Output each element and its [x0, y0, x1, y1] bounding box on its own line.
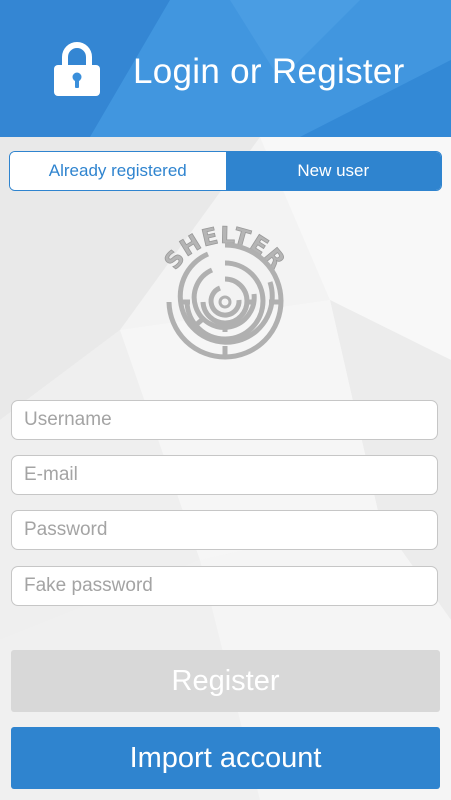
tab-already-registered[interactable]: Already registered: [10, 152, 226, 190]
register-button[interactable]: Register: [11, 650, 440, 712]
email-field[interactable]: [11, 455, 438, 495]
maze-logo-icon: SHELTER: [159, 222, 290, 360]
lock-icon: [54, 42, 100, 96]
page-title: Login or Register: [133, 52, 405, 91]
import-account-button[interactable]: Import account: [11, 727, 440, 789]
username-field[interactable]: [11, 400, 438, 440]
fake-password-field[interactable]: [11, 566, 438, 606]
tab-new-user[interactable]: New user: [225, 152, 441, 190]
password-field[interactable]: [11, 510, 438, 550]
user-type-segmented-control: Already registered New user: [9, 151, 442, 191]
header: Login or Register: [0, 0, 451, 137]
